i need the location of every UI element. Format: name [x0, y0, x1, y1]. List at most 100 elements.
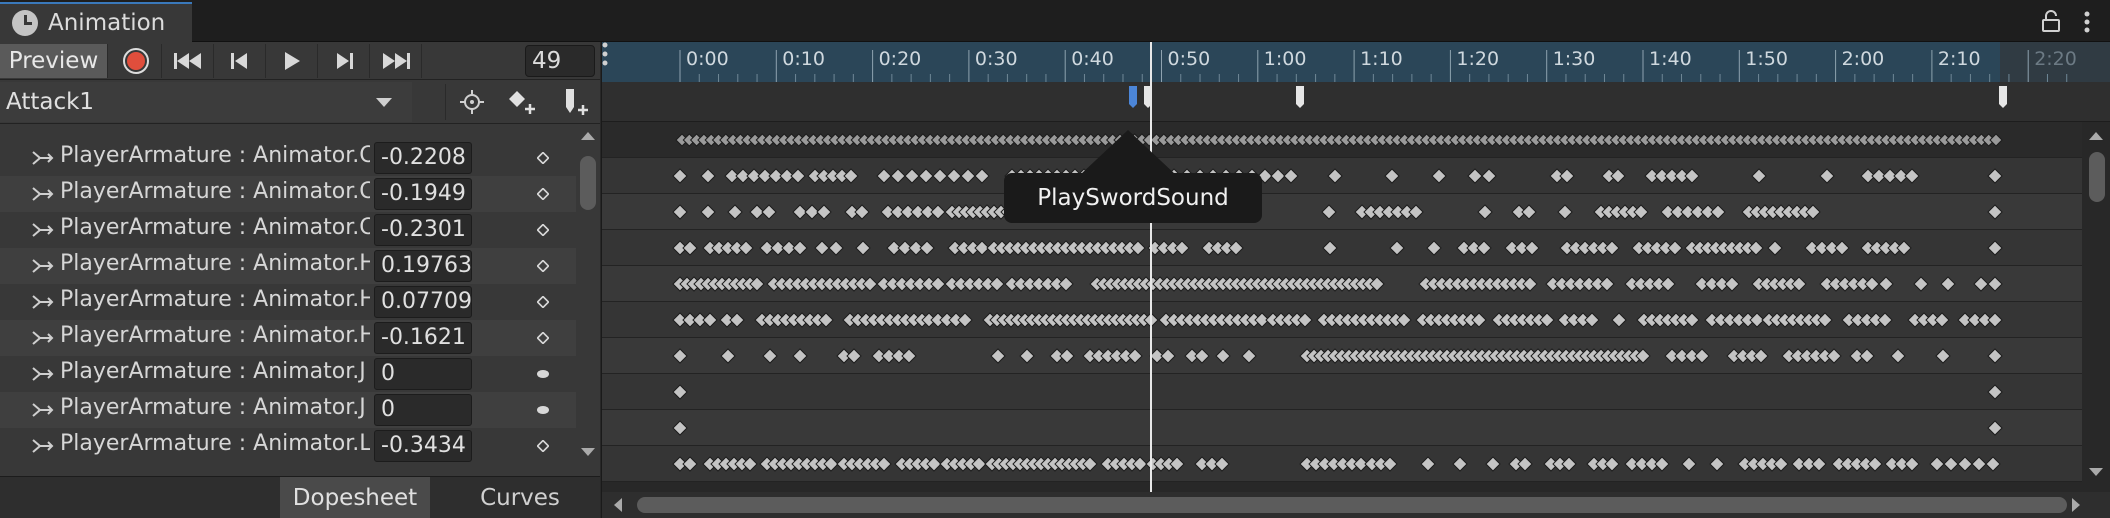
scroll-left-arrow-icon[interactable]	[614, 498, 622, 512]
keyframe-diamond[interactable]	[990, 348, 1006, 364]
animation-window-tab[interactable]: Animation	[0, 2, 192, 42]
keyframe-diamond[interactable]	[1524, 240, 1540, 256]
scroll-down-arrow-icon[interactable]	[581, 448, 595, 456]
keyframe-diamond[interactable]	[1559, 168, 1575, 184]
keyframe-diamond[interactable]	[1132, 456, 1148, 472]
keyframe-diamond[interactable]	[672, 348, 688, 364]
scroll-thumb[interactable]	[637, 497, 2067, 513]
keyframe-diamond[interactable]	[1019, 348, 1035, 364]
keyframe-diamond[interactable]	[682, 456, 698, 472]
keyframe-diamond[interactable]	[1877, 312, 1893, 328]
property-value-field[interactable]: 0.19763	[374, 250, 472, 282]
next-keyframe-button[interactable]	[318, 44, 370, 78]
keyframe-diamond[interactable]	[1943, 456, 1959, 472]
scroll-down-arrow-icon[interactable]	[2089, 468, 2103, 476]
keyframe-diamond[interactable]	[1935, 348, 1951, 364]
kebab-menu-icon[interactable]	[602, 42, 608, 66]
event-marker[interactable]	[1999, 86, 2007, 108]
scroll-up-arrow-icon[interactable]	[2089, 132, 2103, 140]
keyframe-diamond[interactable]	[1327, 168, 1343, 184]
keyframe-diamond[interactable]	[1481, 168, 1497, 184]
keyframe-diamond[interactable]	[1610, 168, 1626, 184]
keyframe-diamond[interactable]	[814, 240, 830, 256]
keyframe-diamond[interactable]	[1228, 240, 1244, 256]
keyframe-diamond[interactable]	[1867, 456, 1883, 472]
keyframe-diamond[interactable]	[823, 456, 839, 472]
keyframe-diamond[interactable]	[1817, 312, 1833, 328]
frame-number-field[interactable]: 49	[525, 45, 595, 77]
keyframe-diamond[interactable]	[918, 168, 934, 184]
keyframe-diamond[interactable]	[682, 240, 698, 256]
keyframe-diamond[interactable]	[792, 348, 808, 364]
playhead[interactable]	[1150, 42, 1152, 492]
keyframe-diamond[interactable]	[1174, 240, 1190, 256]
keyframe-diamond[interactable]	[1584, 312, 1600, 328]
kebab-menu-icon[interactable]	[2084, 11, 2090, 33]
keyframe-diamond[interactable]	[1684, 312, 1700, 328]
keyframe-diamond[interactable]	[1384, 168, 1400, 184]
keyframe-diamond-icon[interactable]	[537, 296, 549, 308]
keyframe-diamond[interactable]	[1270, 168, 1286, 184]
keyframe-diamond[interactable]	[828, 240, 844, 256]
keyframe-diamond[interactable]	[1214, 456, 1230, 472]
keyframe-diamond[interactable]	[1751, 168, 1767, 184]
keyframe-diamond[interactable]	[1878, 276, 1894, 292]
first-keyframe-button[interactable]	[162, 44, 214, 78]
keyframe-diamond[interactable]	[1864, 276, 1880, 292]
keyframe-diamond[interactable]	[846, 348, 862, 364]
keyframe-diamond[interactable]	[672, 204, 688, 220]
keyframe-diamond[interactable]	[1710, 204, 1726, 220]
keyframe-diamond[interactable]	[1485, 456, 1501, 472]
add-event-button[interactable]	[558, 84, 594, 120]
add-keyframe-button[interactable]	[502, 84, 542, 120]
keyframe-diamond[interactable]	[1985, 456, 2001, 472]
keyframe-diamond-icon[interactable]	[537, 152, 549, 164]
keyframe-diamond[interactable]	[1477, 204, 1493, 220]
keyframe-diamond[interactable]	[1059, 348, 1075, 364]
property-row[interactable]: PlayerArmature : Animator.C -0.1949	[0, 176, 576, 212]
keyframe-diamond[interactable]	[1431, 168, 1447, 184]
keyframe-diamond[interactable]	[1987, 168, 2003, 184]
lock-icon[interactable]	[2042, 10, 2060, 32]
property-value-field[interactable]: -0.3434	[374, 430, 472, 462]
keyframe-diamond[interactable]	[1604, 456, 1620, 472]
keyframe-diamond[interactable]	[1130, 240, 1146, 256]
keyframe-diamond[interactable]	[1561, 456, 1577, 472]
event-marker-selected[interactable]	[1129, 86, 1137, 108]
keyframe-diamond[interactable]	[1791, 276, 1807, 292]
keyframe-diamond[interactable]	[932, 168, 948, 184]
keyframe-diamond[interactable]	[1811, 456, 1827, 472]
keyframe-diamond[interactable]	[672, 168, 688, 184]
keyframe-diamond[interactable]	[1476, 240, 1492, 256]
keyframe-diamond[interactable]	[761, 204, 777, 220]
keyframe-diamond[interactable]	[930, 276, 946, 292]
keyframe-diamond[interactable]	[1389, 240, 1405, 256]
keyframe-diamond[interactable]	[1522, 276, 1538, 292]
keyframe-diamond[interactable]	[1382, 456, 1398, 472]
keyframe-diamond[interactable]	[876, 168, 892, 184]
keyframe-diamond[interactable]	[854, 204, 870, 220]
keyframe-diamond[interactable]	[1805, 204, 1821, 220]
property-row[interactable]: PlayerArmature : Animator.H 0.19763	[0, 248, 576, 284]
keyframe-diamond[interactable]	[1989, 133, 2003, 147]
keyframe-diamond[interactable]	[1660, 276, 1676, 292]
keyframe-diamond[interactable]	[816, 204, 832, 220]
keyframe-diamond[interactable]	[1913, 276, 1929, 292]
keyframe-diamond[interactable]	[1521, 204, 1537, 220]
keyframe-diamond[interactable]	[738, 240, 754, 256]
keyframe-diamond[interactable]	[901, 348, 917, 364]
keyframe-diamond[interactable]	[1452, 456, 1468, 472]
keyframe-diamond[interactable]	[729, 312, 745, 328]
keyframe-diamond[interactable]	[1709, 456, 1725, 472]
scroll-right-arrow-icon[interactable]	[2072, 498, 2080, 512]
keyframe-diamond[interactable]	[1321, 204, 1337, 220]
property-value-field[interactable]: -0.2301	[374, 214, 472, 246]
keyframe-diamond[interactable]	[1904, 168, 1920, 184]
keyframe-diamond[interactable]	[957, 312, 973, 328]
keyframe-diamond[interactable]	[1929, 456, 1945, 472]
keyframe-ellipse-icon[interactable]	[537, 368, 549, 380]
property-value-field[interactable]: -0.2208	[374, 142, 472, 174]
scroll-thumb[interactable]	[2089, 152, 2105, 202]
property-value-field[interactable]: -0.1949	[374, 178, 472, 210]
keyframe-diamond[interactable]	[1426, 240, 1442, 256]
